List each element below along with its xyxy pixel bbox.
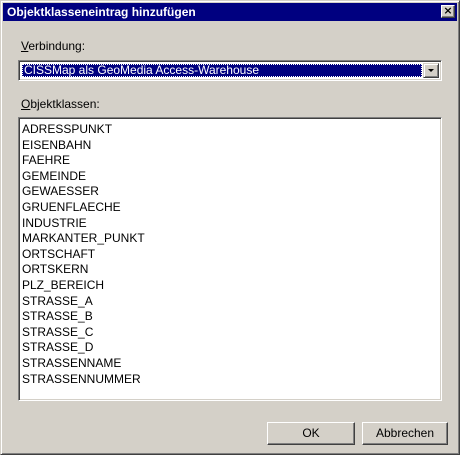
list-item[interactable]: INDUSTRIE [22,216,145,232]
list-item[interactable]: STRASSENNAME [22,356,145,372]
ok-button[interactable]: OK [267,422,355,445]
close-button[interactable]: × [441,5,455,18]
close-icon: × [443,4,453,17]
classes-label: Objektklassen: [21,97,100,111]
connection-label: Verbindung: [21,39,85,53]
list-item[interactable]: STRASSE_A [22,294,145,310]
classes-label-rest: bjektklassen: [30,97,100,111]
list-item[interactable]: GRUENFLAECHE [22,200,145,216]
list-item[interactable]: STRASSE_B [22,309,145,325]
chevron-down-icon [428,69,434,72]
list-item[interactable]: ADRESSPUNKT [22,122,145,138]
list-item[interactable]: MARKANTER_PUNKT [22,231,145,247]
classes-listbox[interactable]: ADRESSPUNKT EISENBAHN FAEHRE GEMEINDE GEWAES… [18,117,442,401]
list-item[interactable]: STRASSENNUMMER [22,372,145,388]
title-bar[interactable]: Objektklasseneintrag hinzufügen × [3,3,457,21]
connection-dropdown[interactable]: CISSMap als GeoMedia Access-Warehouse [18,60,442,81]
dropdown-button[interactable] [423,63,439,78]
list-item[interactable]: ORTSKERN [22,262,145,278]
connection-selected-value: CISSMap als GeoMedia Access-Warehouse [22,64,422,77]
window-title: Objektklasseneintrag hinzufügen [7,5,196,19]
list-item[interactable]: STRASSE_C [22,325,145,341]
connection-label-rest: erbindung: [28,39,86,53]
list-item[interactable]: GEMEINDE [22,169,145,185]
classes-list: ADRESSPUNKT EISENBAHN FAEHRE GEMEINDE GEWAES… [22,122,145,387]
classes-label-accel: O [21,97,31,111]
list-item[interactable]: GEWAESSER [22,184,145,200]
list-item[interactable]: EISENBAHN [22,138,145,154]
list-item[interactable]: FAEHRE [22,153,145,169]
cancel-button[interactable]: Abbrechen [362,422,448,445]
list-item[interactable]: STRASSE_D [22,340,145,356]
list-item[interactable]: ORTSCHAFT [22,247,145,263]
list-item[interactable]: PLZ_BEREICH [22,278,145,294]
dialog-window: Objektklasseneintrag hinzufügen × Verbin… [0,0,460,455]
